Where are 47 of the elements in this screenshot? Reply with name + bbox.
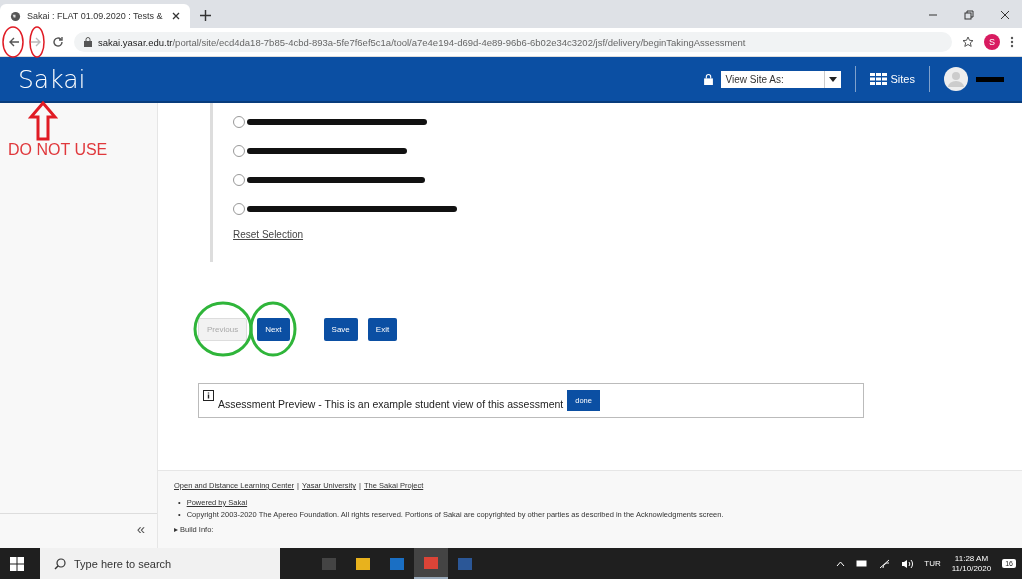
clock-time[interactable]: 11:28 AM xyxy=(954,553,989,564)
speaker-icon[interactable] xyxy=(901,558,914,569)
back-arrow-icon[interactable] xyxy=(8,36,20,48)
assessment-button[interactable]: Save xyxy=(323,318,358,341)
reload-icon[interactable] xyxy=(52,36,64,48)
radio-button[interactable] xyxy=(233,173,245,186)
clock-date[interactable]: 11/10/2020 xyxy=(951,563,992,574)
lock-icon xyxy=(703,73,713,85)
taskbar-search-field[interactable]: Type here to search xyxy=(40,548,280,579)
more-options-icon[interactable] xyxy=(1010,36,1014,48)
forward-arrow-icon[interactable] xyxy=(30,36,42,48)
radio-button[interactable] xyxy=(233,115,245,128)
assessment-button[interactable]: Next xyxy=(257,318,290,341)
user-avatar-icon[interactable] xyxy=(944,67,968,91)
taskbar-app-icon[interactable] xyxy=(414,548,448,579)
warning-note: DO NOT USE xyxy=(8,141,108,159)
radio-button[interactable] xyxy=(233,144,245,157)
close-icon[interactable] xyxy=(172,12,180,20)
tab-title: Sakai : FLAT 01.09.2020 : Tests & xyxy=(27,11,164,21)
browser-tab[interactable]: Sakai : FLAT 01.09.2020 : Tests & xyxy=(0,4,190,28)
assessment-button[interactable]: Exit xyxy=(367,318,398,341)
new-tab-icon[interactable] xyxy=(200,10,211,21)
wifi-icon[interactable] xyxy=(879,558,891,569)
windows-logo-icon[interactable] xyxy=(10,556,24,571)
preview-text: Assessment Preview - This is an example student view of this assessment xyxy=(218,397,564,410)
sites-button[interactable]: Sites xyxy=(869,73,915,85)
star-icon[interactable] xyxy=(962,36,974,48)
address-field[interactable]: sakai.yasar.edu.tr/portal/site/ecd4da18-7b85-4cbd-893a-5fe7f6ef5c1a/tool/a7e4e194-d69d-4e89-96b6-6b02e34c3202/jsf/delivery/beginTakingAssessment xyxy=(74,32,952,52)
annotation-circles-drawing xyxy=(2,26,46,58)
restore-icon[interactable] xyxy=(964,10,974,20)
reset-selection-link[interactable]: Reset Selection xyxy=(233,229,304,240)
search-icon xyxy=(54,557,66,570)
radio-button[interactable] xyxy=(233,202,245,215)
redaction-bar xyxy=(976,76,1004,82)
language-indicator[interactable]: TUR xyxy=(924,559,941,568)
profile-avatar[interactable]: S xyxy=(984,34,1000,50)
collapse-button[interactable]: « xyxy=(136,519,145,537)
view-site-as-dropdown[interactable]: View Site As: xyxy=(720,70,841,88)
caret-up-icon[interactable] xyxy=(836,560,846,567)
info-icon xyxy=(203,390,214,401)
battery-icon[interactable] xyxy=(856,560,869,567)
close-icon[interactable] xyxy=(1000,10,1010,20)
lock-icon xyxy=(84,37,92,47)
annotation-arrow-drawing xyxy=(28,101,58,141)
caret-icon xyxy=(828,76,837,82)
site-logo[interactable]: Sakai xyxy=(18,64,86,94)
globe-icon xyxy=(10,10,21,22)
